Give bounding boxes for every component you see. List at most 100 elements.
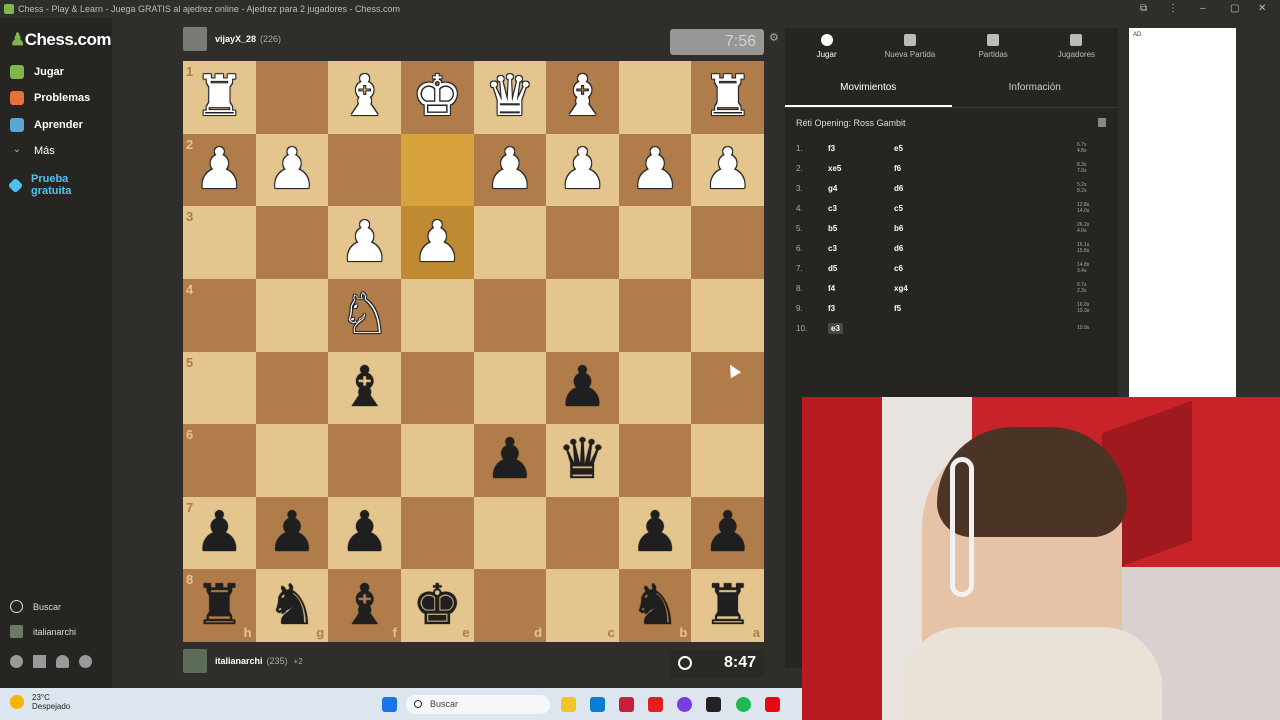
chess-piece-icon[interactable]: ♞	[630, 577, 680, 634]
bell-icon[interactable]	[56, 655, 69, 668]
chess-piece-icon[interactable]: ♚	[412, 577, 462, 634]
board-square[interactable]	[691, 206, 764, 279]
menu-dots-icon[interactable]: ⋮	[1168, 0, 1178, 18]
white-move[interactable]: xe5	[828, 164, 894, 173]
tab-movimientos[interactable]: Movimientos	[785, 74, 952, 107]
white-move[interactable]: g4	[828, 184, 894, 193]
extensions-icon[interactable]: ⧉	[1140, 0, 1147, 18]
board-square[interactable]: b ♞	[618, 569, 692, 642]
white-move[interactable]: f3	[828, 144, 894, 153]
sidebar-item-prueba-gratuita[interactable]: Prueba gratuita	[7, 170, 110, 200]
chess-piece-icon[interactable]: ♟	[703, 505, 753, 561]
board-square[interactable]: ♟	[255, 496, 329, 570]
capcut-icon[interactable]	[706, 697, 721, 712]
white-move[interactable]: c3	[828, 204, 894, 213]
chess-piece-icon[interactable]: ♟	[267, 505, 317, 561]
sidebar-item-mas[interactable]: ⌄ Más	[10, 140, 110, 162]
chess-piece-icon[interactable]: ♟	[485, 432, 535, 488]
board-square[interactable]: 3	[183, 206, 256, 279]
chess-piece-icon[interactable]: ♟	[267, 141, 317, 198]
app-l-icon[interactable]	[648, 697, 663, 712]
board-square[interactable]: ♘	[328, 278, 401, 352]
mail-icon[interactable]	[33, 655, 46, 668]
board-square[interactable]: ♛	[473, 61, 547, 134]
mcafee-icon[interactable]	[619, 697, 634, 712]
board-square[interactable]: 1 ♜	[183, 61, 256, 134]
board-square[interactable]	[328, 133, 401, 207]
chess-piece-icon[interactable]: ♝	[557, 69, 607, 125]
bottom-player-name[interactable]: italianarchi	[215, 656, 263, 666]
chess-piece-icon[interactable]: ♟	[557, 141, 607, 198]
board-square[interactable]: 5	[183, 351, 256, 425]
chess-piece-icon[interactable]: ♛	[557, 432, 607, 488]
gear-icon[interactable]	[79, 655, 92, 668]
board-square[interactable]: ♟	[691, 496, 764, 570]
chess-piece-icon[interactable]: ♛	[485, 69, 535, 125]
chess-piece-icon[interactable]: ♜	[194, 69, 244, 125]
black-move[interactable]: f6	[894, 164, 1077, 173]
board-square[interactable]	[400, 133, 474, 207]
chess-piece-icon[interactable]: ♞	[267, 577, 317, 634]
top-player-name[interactable]: vijayX_28	[215, 34, 256, 44]
avatar[interactable]	[183, 27, 207, 51]
board-square[interactable]: ♟	[473, 424, 547, 497]
board-square[interactable]: a ♜	[691, 569, 764, 642]
chess-piece-icon[interactable]: ♟	[339, 214, 389, 271]
white-move[interactable]: c3	[828, 244, 894, 253]
chess-piece-icon[interactable]: ♟	[194, 141, 244, 198]
chess-piece-icon[interactable]: ♜	[194, 577, 244, 634]
tab-nueva-partida[interactable]: Nueva Partida	[868, 28, 951, 68]
netflix-icon[interactable]	[765, 697, 780, 712]
board-square[interactable]: ♟	[546, 133, 619, 207]
chess-piece-icon[interactable]: ♜	[703, 577, 753, 634]
board-square[interactable]: ♝	[546, 61, 619, 134]
board-square[interactable]: 8 h ♜	[183, 569, 256, 642]
board-square[interactable]: ♛	[546, 424, 619, 497]
board-square[interactable]: ♟	[473, 133, 547, 207]
trash-icon[interactable]	[1098, 118, 1106, 127]
board-square[interactable]	[255, 278, 329, 352]
chess-board[interactable]: 1 ♜ ♝ ♚ ♛ ♝ ♜ 2 ♟ ♟ ♟ ♟ ♟ ♟ 3 ♟ ♟ 4 ♘ 5 ♝ ♟ 6 ♟ ♛ 7 ♟ ♟ ♟ ♟ ♟ 8 h ♜ g ♞ f ♝ e ♚…	[183, 61, 764, 642]
black-move[interactable]: f5	[894, 304, 1077, 313]
board-square[interactable]	[473, 496, 547, 570]
board-square[interactable]: d	[473, 569, 547, 642]
board-square[interactable]	[618, 278, 692, 352]
board-square[interactable]: ♟	[618, 496, 692, 570]
board-square[interactable]: 2 ♟	[183, 133, 256, 207]
black-move[interactable]: d6	[894, 244, 1077, 253]
board-square[interactable]: ♟	[546, 351, 619, 425]
board-square[interactable]	[255, 61, 329, 134]
black-move[interactable]: d6	[894, 184, 1077, 193]
black-move[interactable]: c6	[894, 264, 1077, 273]
board-square[interactable]	[546, 278, 619, 352]
ad-banner[interactable]: AD	[1129, 28, 1236, 398]
chess-piece-icon[interactable]: ♟	[630, 141, 680, 198]
chesscom-logo[interactable]: ♟Chess.com	[10, 30, 111, 50]
maximize-icon[interactable]: ▢	[1230, 0, 1239, 18]
board-square[interactable]: ♟	[618, 133, 692, 207]
board-square[interactable]: g ♞	[255, 569, 329, 642]
chess-piece-icon[interactable]: ♝	[339, 359, 389, 416]
board-square[interactable]: 6	[183, 424, 256, 497]
tab-partidas[interactable]: Partidas	[952, 28, 1035, 68]
board-square[interactable]: ♝	[328, 351, 401, 425]
chess-piece-icon[interactable]: ♟	[412, 214, 462, 271]
tab-informacion[interactable]: Información	[952, 74, 1119, 107]
chess-piece-icon[interactable]: ♟	[630, 505, 680, 561]
board-square[interactable]	[255, 424, 329, 497]
board-square[interactable]	[400, 278, 474, 352]
board-square[interactable]: f ♝	[328, 569, 401, 642]
board-square[interactable]: 4	[183, 278, 256, 352]
chess-piece-icon[interactable]: ♚	[412, 69, 462, 125]
board-square[interactable]	[618, 424, 692, 497]
chess-piece-icon[interactable]: ♝	[339, 69, 389, 125]
chess-piece-icon[interactable]: ♟	[703, 141, 753, 198]
sidebar-item-jugar[interactable]: Jugar	[10, 61, 110, 83]
weather-widget[interactable]: 23°C Despejado	[10, 693, 70, 711]
chess-piece-icon[interactable]: ♟	[485, 141, 535, 198]
spotify-icon[interactable]	[736, 697, 751, 712]
sidebar-item-aprender[interactable]: Aprender	[10, 114, 110, 136]
white-move[interactable]: f3	[828, 304, 894, 313]
windows-start-icon[interactable]	[382, 697, 397, 712]
messenger-icon[interactable]	[677, 697, 692, 712]
